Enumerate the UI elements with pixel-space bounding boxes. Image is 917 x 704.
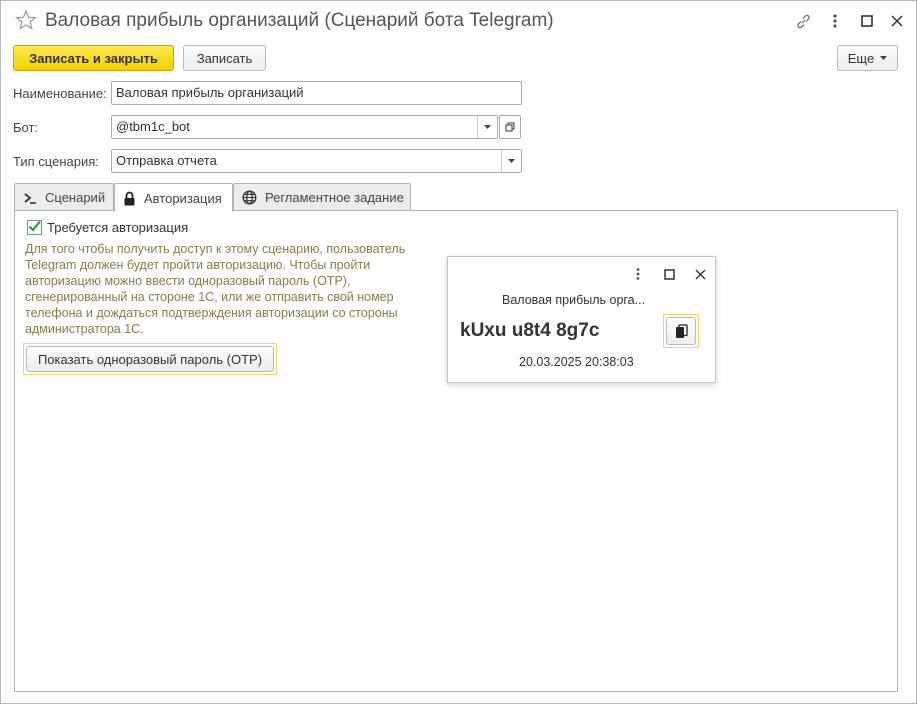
more-vertical-icon[interactable] (630, 266, 646, 282)
link-icon[interactable] (794, 12, 812, 30)
scenario-type-dropdown-button[interactable] (501, 150, 521, 172)
auth-required-checkbox[interactable] (27, 220, 42, 235)
otp-code: kUxu u8t4 8g7c (460, 320, 600, 341)
close-icon[interactable] (692, 266, 708, 282)
copy-button[interactable] (666, 317, 696, 345)
scenario-type-field[interactable]: Отправка отчета (111, 149, 522, 173)
copy-button-focus-frame (663, 314, 699, 348)
scenario-type-value: Отправка отчета (116, 153, 217, 168)
star-icon[interactable] (15, 9, 37, 31)
otp-button-focus-frame: Показать одноразовый пароль (OTP) (23, 343, 277, 375)
bot-open-button[interactable] (499, 115, 521, 139)
auth-required-label: Требуется авторизация (47, 220, 189, 235)
tab-scheduled-job[interactable]: Регламентное задание (233, 183, 411, 211)
scenario-type-label: Тип сценария: (13, 154, 99, 169)
chevron-down-icon (880, 56, 888, 60)
bot-field[interactable]: @tbm1c_bot (111, 115, 498, 139)
name-field[interactable]: Валовая прибыль организаций (111, 81, 522, 105)
close-icon[interactable] (888, 12, 906, 30)
bot-dropdown-button[interactable] (477, 116, 497, 138)
tab-scenario-label: Сценарий (45, 190, 106, 205)
window-title: Валовая прибыль организаций (Сценарий бо… (45, 10, 554, 31)
form-window: Валовая прибыль организаций (Сценарий бо… (0, 0, 917, 704)
tab-scheduled-job-label: Регламентное задание (265, 190, 404, 205)
hint-line: администратора 1С. (25, 322, 144, 336)
hint-line: Для того чтобы получить доступ к этому с… (25, 242, 406, 256)
hint-line: сгенерированный на стороне 1С, или же от… (25, 290, 394, 304)
maximize-icon[interactable] (858, 12, 876, 30)
popup-title: Валовая прибыль орга... (502, 293, 646, 307)
maximize-icon[interactable] (661, 266, 677, 282)
hint-line: телефона и дождаться подтверждения автор… (25, 306, 398, 320)
bot-label: Бот: (13, 120, 39, 135)
open-window-icon (505, 122, 515, 132)
save-and-close-button[interactable]: Записать и закрыть (13, 45, 174, 71)
more-vertical-icon[interactable] (826, 12, 844, 30)
show-otp-button[interactable]: Показать одноразовый пароль (OTP) (26, 346, 274, 372)
otp-timestamp: 20.03.2025 20:38:03 (519, 355, 634, 369)
bot-field-value: @tbm1c_bot (116, 119, 190, 134)
otp-popup: Валовая прибыль орга... kUxu u8t4 8g7c 2… (447, 256, 716, 383)
globe-icon (242, 190, 257, 205)
tab-authorization[interactable]: Авторизация (114, 183, 233, 212)
tab-scenario[interactable]: Сценарий (14, 183, 114, 211)
more-button[interactable]: Еще (837, 45, 898, 71)
hint-line: авторизацию можно ввести одноразовый пар… (25, 274, 351, 288)
save-button[interactable]: Записать (183, 45, 266, 71)
copy-icon (675, 323, 688, 339)
auth-hint-text: Для того чтобы получить доступ к этому с… (25, 241, 425, 337)
name-label: Наименование: (13, 86, 107, 101)
title-bar: Валовая прибыль организаций (Сценарий бо… (1, 1, 916, 41)
more-button-label: Еще (847, 50, 875, 66)
terminal-icon (23, 191, 37, 205)
tab-authorization-label: Авторизация (144, 190, 222, 206)
lock-icon (123, 191, 136, 206)
hint-line: Telegram должен будет пройти авторизацию… (25, 258, 371, 272)
